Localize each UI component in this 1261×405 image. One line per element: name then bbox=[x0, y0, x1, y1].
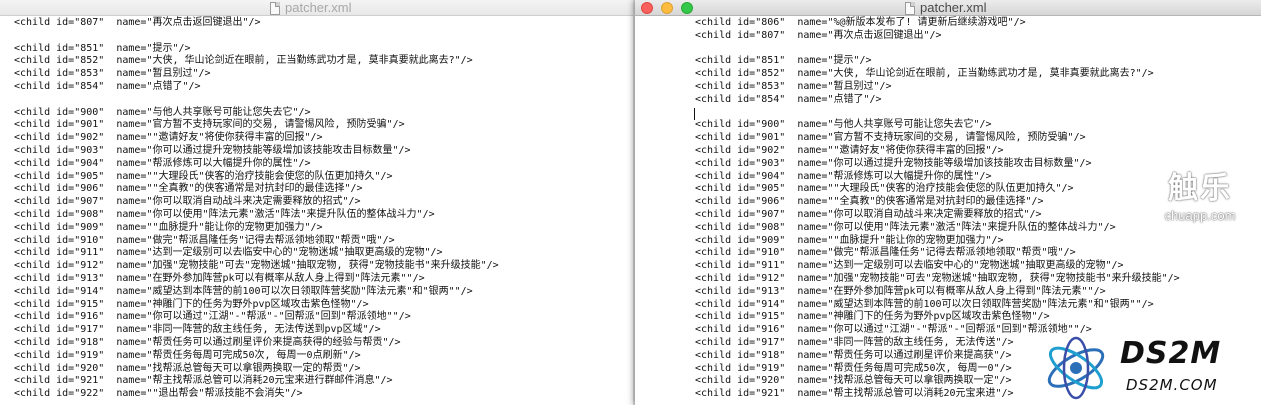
code-line: <child id="851" name="提示"/> bbox=[695, 55, 872, 67]
code-line: <child id="911" name="达到一定级别可以去临安中心的"宠物迷… bbox=[695, 260, 1124, 272]
code-line: <child id="903" name="你可以通过提升宠物技能等级增加该技能… bbox=[14, 144, 411, 156]
code-line: <child id="908" name="你可以使用"阵法元素"激活"阵法"来… bbox=[695, 221, 1116, 233]
code-line: <child id="903" name="你可以通过提升宠物技能等级增加该技能… bbox=[695, 157, 1092, 169]
code-line: <child id="852" name="大侠, 华山论剑近在眼前, 正当勤练… bbox=[14, 55, 473, 67]
code-line: <child id="901" name="官方暂不支持玩家间的交易, 请警惕风… bbox=[695, 132, 1086, 144]
code-line: <child id="913" name="在野外参加阵营pk可以有概率从敌人身… bbox=[14, 272, 425, 284]
code-line: <child id="912" name="加强"宠物技能"可去"宠物迷城"抽取… bbox=[695, 272, 1180, 284]
code-line: <child id="907" name="你可以取消自动战斗来决定需要释放的招… bbox=[695, 208, 1042, 220]
code-line: <child id="852" name="大侠, 华山论剑近在眼前, 正当勤练… bbox=[695, 68, 1154, 80]
code-line: <child id="853" name="暂且别过"/> bbox=[14, 68, 211, 80]
code-line: <child id="915" name="神雕门下的任务为野外pvp区域攻击紫… bbox=[14, 298, 369, 310]
code-line: <child id="906" name=""全真教"的侠客通常是对抗封印的最佳… bbox=[14, 183, 363, 195]
text-cursor bbox=[694, 108, 695, 120]
document-icon bbox=[270, 1, 280, 15]
atom-logo-icon bbox=[1047, 336, 1105, 400]
close-window-button[interactable] bbox=[641, 2, 653, 14]
code-line: <child id="900" name="与他人共享账号可能让您失去它"/> bbox=[14, 106, 311, 118]
code-line: <child id="913" name="在野外参加阵营pk可以有概率从敌人身… bbox=[695, 285, 1106, 297]
ds2m-logo-text: DS2M bbox=[1120, 336, 1222, 371]
code-line: <child id="919" name="帮贡任务每周可完成50次, 每周一0… bbox=[14, 349, 361, 361]
code-line: <child id="909" name=""血脉提升"能让你的宠物更加强力"/… bbox=[695, 234, 1004, 246]
left-window-title-text: patcher.xml bbox=[285, 0, 352, 15]
code-line: <child id="910" name="做完"帮派昌隆任务"记得去帮派领地领… bbox=[14, 234, 395, 246]
code-line: <child id="914" name="威望达到本阵营的前100可以次日领取… bbox=[14, 285, 473, 297]
code-line: <child id="807" name="再次点击返回键退出"/> bbox=[14, 17, 261, 28]
code-line: <child id="854" name="点错了"/> bbox=[695, 93, 882, 105]
right-window-title-text: patcher.xml bbox=[920, 0, 987, 15]
code-line: <child id="806" name="%@新版本发布了! 请更新后继续游戏… bbox=[695, 17, 1026, 28]
chuapp-url: chuapp.com bbox=[1164, 208, 1236, 223]
code-line: <child id="807" name="再次点击返回键退出"/> bbox=[695, 29, 942, 41]
code-line: <child id="901" name="官方暂不支持玩家间的交易, 请警惕风… bbox=[14, 119, 405, 131]
code-line: <child id="921" name="帮主找帮派总管可以消耗20元宝来进行… bbox=[14, 375, 393, 387]
code-line: <child id="851" name="提示"/> bbox=[14, 42, 191, 54]
code-line: <child id="904" name="帮派修炼可以大幅提升你的属性"/> bbox=[14, 157, 311, 169]
code-line: <child id="909" name=""血脉提升"能让你的宠物更加强力"/… bbox=[14, 221, 323, 233]
code-line: <child id="902" name=""邀请好友"将使你获得丰富的回报"/… bbox=[14, 132, 323, 144]
code-line: <child id="853" name="暂且别过"/> bbox=[695, 80, 892, 92]
code-line: <child id="906" name=""全真教"的侠客通常是对抗封印的最佳… bbox=[695, 196, 1044, 208]
traffic-lights bbox=[641, 2, 693, 14]
left-editor-window: patcher.xml <child id="807" name="再次点击返回… bbox=[0, 0, 633, 405]
ds2m-watermark: DS2M DS2M.COM bbox=[1036, 328, 1261, 405]
code-line: <child id="902" name=""邀请好友"将使你获得丰富的回报"/… bbox=[695, 144, 1004, 156]
code-line: <child id="910" name="做完"帮派昌隆任务"记得去帮派领地领… bbox=[695, 247, 1076, 259]
code-line: <child id="911" name="达到一定级别可以去临安中心的"宠物迷… bbox=[14, 247, 443, 259]
code-line: <child id="916" name="你可以通过"江湖"-"帮派"-"回帮… bbox=[14, 311, 411, 323]
code-line: <child id="920" name="找帮派总管每天可以拿银两换取一定的帮… bbox=[14, 362, 361, 374]
left-title-bar[interactable]: patcher.xml bbox=[0, 0, 633, 16]
left-code-area[interactable]: <child id="807" name="再次点击返回键退出"/> <child… bbox=[14, 17, 499, 401]
code-line: <child id="915" name="神雕门下的任务为野外pvp区域攻击紫… bbox=[695, 311, 1050, 323]
right-window-title: patcher.xml bbox=[905, 0, 986, 16]
right-title-bar[interactable]: patcher.xml bbox=[635, 0, 1261, 16]
ds2m-url: DS2M.COM bbox=[1126, 376, 1218, 394]
code-line: <child id="922" name=""退出帮会"帮派技能不会消失"/> bbox=[14, 388, 303, 400]
code-line: <child id="904" name="帮派修炼可以大幅提升你的属性"/> bbox=[695, 170, 992, 182]
chuapp-watermark: 触乐 chuapp.com bbox=[1140, 170, 1260, 250]
minimize-window-button[interactable] bbox=[661, 2, 673, 14]
code-line: <child id="917" name="非同一阵营的敌主线任务, 无法传送到… bbox=[14, 324, 381, 336]
code-line: <child id="908" name="你可以使用"阵法元素"激活"阵法"来… bbox=[14, 208, 435, 220]
code-line: <child id="912" name="加强"宠物技能"可去"宠物迷城"抽取… bbox=[14, 260, 499, 272]
code-line: <child id="854" name="点错了"/> bbox=[14, 80, 201, 92]
left-window-title: patcher.xml bbox=[270, 0, 351, 16]
code-line: <child id="907" name="你可以取消自动战斗来决定需要释放的招… bbox=[14, 196, 361, 208]
chuapp-logo-text: 触乐 bbox=[1168, 172, 1232, 205]
code-line: <child id="914" name="威望达到本阵营的前100可以次日领取… bbox=[695, 298, 1154, 310]
document-icon bbox=[905, 1, 915, 15]
zoom-window-button[interactable] bbox=[681, 2, 693, 14]
code-line: <child id="918" name="帮贡任务可以通过刷星评价来提高获得的… bbox=[14, 336, 401, 348]
code-line: <child id="905" name=""大理段氏"侠客的治疗技能会使您的队… bbox=[695, 183, 1074, 195]
code-line: <child id="905" name=""大理段氏"侠客的治疗技能会使您的队… bbox=[14, 170, 393, 182]
code-line: <child id="900" name="与他人共享账号可能让您失去它"/> bbox=[695, 119, 992, 131]
